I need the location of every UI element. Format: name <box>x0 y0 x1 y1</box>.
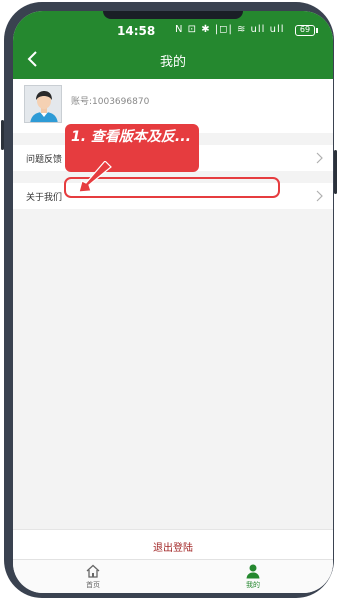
battery-icon: 69 <box>295 25 318 36</box>
user-avatar-icon <box>25 86 61 122</box>
camera-notch <box>103 11 243 19</box>
account-number: 账号:1003696870 <box>71 97 150 107</box>
menu-item-label: 问题反馈 <box>26 155 63 165</box>
user-icon <box>246 564 260 579</box>
avatar[interactable] <box>24 85 62 123</box>
home-icon <box>86 564 100 578</box>
chevron-right-icon <box>316 190 323 202</box>
menu-item-label: 关于我们 <box>26 193 63 203</box>
top-bar: 14:58 N ⊡ ✱ |◻| ≋ ull ull 69 我的 <box>13 11 333 79</box>
tab-label: 我的 <box>246 581 260 589</box>
tab-label: 首页 <box>86 581 100 589</box>
power-button <box>334 150 337 194</box>
phone-frame: 14:58 N ⊡ ✱ |◻| ≋ ull ull 69 我的 账号:10036… <box>4 2 334 598</box>
screen: 14:58 N ⊡ ✱ |◻| ≋ ull ull 69 我的 账号:10036… <box>13 11 333 593</box>
status-time: 14:58 <box>117 24 156 38</box>
status-icons: N ⊡ ✱ |◻| ≋ ull ull <box>175 24 285 35</box>
logout-button[interactable]: 退出登陆 <box>13 529 333 559</box>
page-title: 我的 <box>159 55 186 70</box>
chevron-right-icon <box>316 152 323 164</box>
bottom-tab-bar: 首页 我的 <box>13 559 333 593</box>
callout-arrow-icon <box>79 161 112 193</box>
tab-mine[interactable]: 我的 <box>223 563 283 593</box>
logout-label: 退出登陆 <box>153 543 193 554</box>
tab-home[interactable]: 首页 <box>63 563 123 593</box>
